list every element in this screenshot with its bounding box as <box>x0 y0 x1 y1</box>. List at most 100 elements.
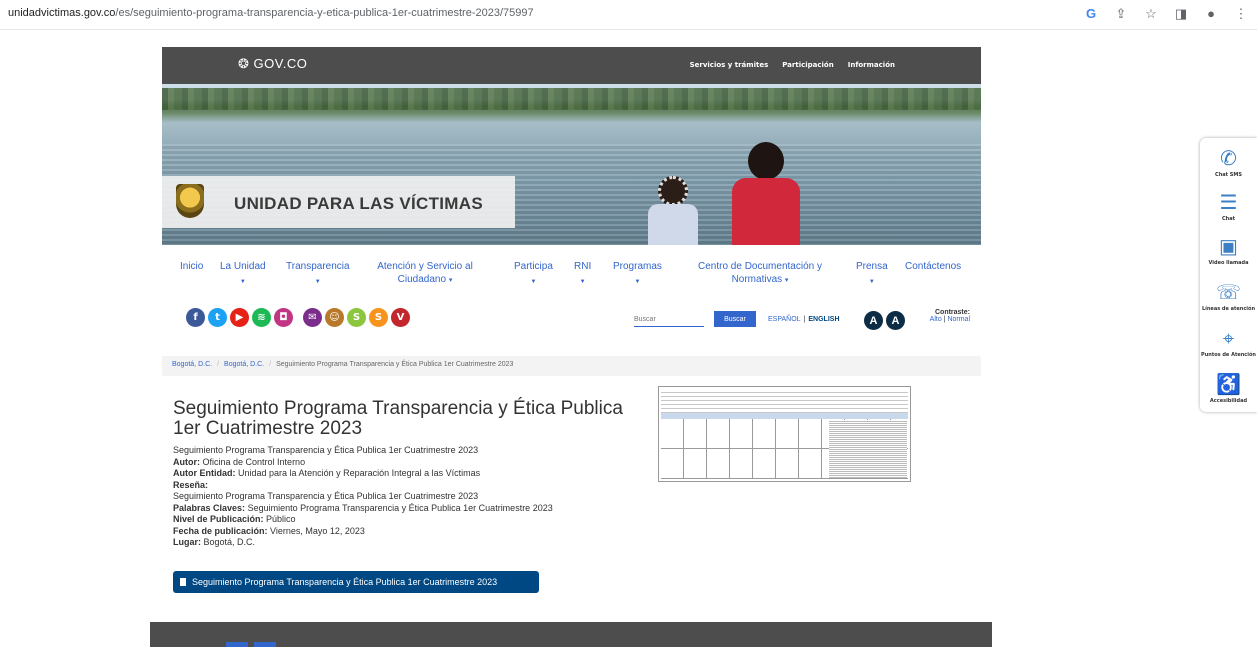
site-container: ❂ GOV.CO Servicios y trámites Participac… <box>162 47 981 376</box>
nav-participa[interactable]: Participa ▼ <box>514 260 553 289</box>
contrast-control: Contraste: Alto | Normal <box>906 309 970 323</box>
chevron-down-icon: ▼ <box>579 279 586 285</box>
download-document-button[interactable]: Seguimiento Programa Transparencia y Éti… <box>173 571 539 593</box>
community-icon[interactable]: ☺ <box>325 308 344 327</box>
side-panel-icon[interactable]: ◨ <box>1173 6 1189 22</box>
video-call-icon: ▣ <box>1219 236 1238 258</box>
service-points-button[interactable]: ⌖ Puntos de Atención <box>1200 326 1257 358</box>
chevron-down-icon: ▼ <box>868 279 875 285</box>
brand-title: UNIDAD PARA LAS VÍCTIMAS <box>234 194 483 213</box>
chevron-down-icon: ▾ <box>784 277 789 284</box>
page-title: Seguimiento Programa Transparencia y Éti… <box>173 398 623 439</box>
bookmark-star-icon[interactable]: ☆ <box>1143 6 1159 22</box>
chevron-down-icon: ▼ <box>634 279 641 285</box>
chat-button[interactable]: ☰ Chat <box>1200 190 1257 222</box>
child-figure <box>722 142 812 245</box>
meta-palabras: Palabras Claves: Seguimiento Programa Tr… <box>173 502 553 513</box>
accessibility-button[interactable]: ♿ Accesibilidad <box>1200 372 1257 404</box>
download-label: Seguimiento Programa Transparencia y Éti… <box>192 577 498 587</box>
document-subtitle: Seguimiento Programa Transparencia y Éti… <box>173 445 479 455</box>
tree-line <box>162 88 981 110</box>
search-button[interactable]: Buscar <box>714 311 756 327</box>
gov-bar: ❂ GOV.CO Servicios y trámites Participac… <box>162 47 981 84</box>
nav-inicio[interactable]: Inicio <box>180 260 203 273</box>
nav-contactenos[interactable]: Contáctenos <box>905 260 961 273</box>
meta-nivel: Nivel de Publicación: Público <box>173 514 296 524</box>
coat-of-arms-icon <box>176 184 204 218</box>
phone-icon: ☏ <box>1215 282 1241 304</box>
footer-logo <box>254 642 276 647</box>
browser-toolbar: G ⇪ ☆ ◨ ● ⋮ <box>1083 6 1249 22</box>
video-call-button[interactable]: ▣ Video llamada <box>1200 234 1257 266</box>
brand-box[interactable]: UNIDAD PARA LAS VÍCTIMAS <box>162 176 515 228</box>
nav-centro-documentacion[interactable]: Centro de Documentación y Normativas ▾ <box>690 260 830 287</box>
spotify-icon[interactable]: ≋ <box>252 308 271 327</box>
hero-banner: UNIDAD PARA LAS VÍCTIMAS <box>162 84 981 245</box>
twitter-icon[interactable]: t <box>208 308 227 327</box>
nav-atencion[interactable]: Atención y Servicio al Ciudadano ▾ <box>370 260 480 287</box>
v-icon[interactable]: V <box>391 308 410 327</box>
file-icon <box>180 578 186 586</box>
youtube-icon[interactable]: ▶ <box>230 308 249 327</box>
main-nav: Inicio La Unidad ▼ Transparencia ▼ Atenció… <box>162 260 981 303</box>
facebook-icon[interactable]: f <box>186 308 205 327</box>
share-icon[interactable]: ⇪ <box>1113 6 1129 22</box>
chevron-down-icon: ▼ <box>239 279 246 285</box>
gov-link-informacion[interactable]: Información <box>848 61 895 69</box>
browser-address-bar[interactable]: unidadvictimas.gov.co/es/seguimiento-pro… <box>0 0 1257 30</box>
s-icon-1[interactable]: S <box>347 308 366 327</box>
language-switcher: ESPAÑOL | ENGLISH <box>768 316 840 323</box>
chat-sms-button[interactable]: ✆ Chat SMS <box>1200 146 1257 178</box>
gov-link-participacion[interactable]: Participación <box>782 61 834 69</box>
nav-la-unidad[interactable]: La Unidad ▼ <box>220 260 266 289</box>
phone-lines-button[interactable]: ☏ Líneas de atención <box>1200 280 1257 312</box>
google-icon[interactable]: G <box>1083 6 1099 22</box>
document-preview-thumbnail[interactable] <box>658 386 911 482</box>
meta-autor: Autor: Oficina de Control Interno <box>173 456 306 467</box>
url-text[interactable]: unidadvictimas.gov.co/es/seguimiento-pro… <box>8 7 534 19</box>
breadcrumb-item[interactable]: Bogotá, D.C. <box>224 361 264 368</box>
govco-logo[interactable]: ❂ GOV.CO <box>238 56 307 72</box>
instagram-icon[interactable]: ◘ <box>274 308 293 327</box>
help-side-widget: ✆ Chat SMS ☰ Chat ▣ Video llamada ☏ Líne… <box>1200 138 1257 412</box>
meta-entidad: Autor Entidad: Unidad para la Atención y… <box>173 468 481 478</box>
chat-icon: ☰ <box>1219 192 1238 214</box>
breadcrumb: Bogotá, D.C. / Bogotá, D.C. / Seguimiento Pr… <box>162 356 981 376</box>
gov-links: Servicios y trámites Participación Infor… <box>690 61 895 69</box>
meta-lugar: Lugar: Bogotá, D.C. <box>173 537 256 547</box>
document-metadata: Seguimiento Programa Transparencia y Éti… <box>173 445 553 549</box>
chevron-down-icon: ▾ <box>448 277 453 284</box>
gov-link-servicios[interactable]: Servicios y trámites <box>690 61 769 69</box>
chevron-down-icon: ▼ <box>530 279 537 285</box>
meta-fecha: Fecha de publicación: Viernes, Mayo 12, … <box>173 525 365 536</box>
menu-dots-icon[interactable]: ⋮ <box>1233 6 1249 22</box>
child-figure <box>640 176 704 245</box>
search-input[interactable] <box>634 313 704 327</box>
contrast-high[interactable]: Alto <box>930 316 942 323</box>
lang-es[interactable]: ESPAÑOL <box>768 316 801 323</box>
breadcrumb-item[interactable]: Bogotá, D.C. <box>172 361 212 368</box>
profile-icon[interactable]: ● <box>1203 6 1219 22</box>
nav-programas[interactable]: Programas ▼ <box>613 260 662 289</box>
contrast-label: Contraste: <box>934 309 970 316</box>
nav-prensa[interactable]: Prensa ▼ <box>856 260 888 289</box>
meta-resena-label: Reseña: <box>173 479 209 490</box>
chat-sms-icon: ✆ <box>1220 148 1237 170</box>
site-footer <box>150 622 992 647</box>
footer-logo <box>226 642 248 647</box>
text-resize-icon[interactable]: A <box>886 311 905 330</box>
chevron-down-icon: ▼ <box>314 279 321 285</box>
s-icon-2[interactable]: S <box>369 308 388 327</box>
text-size-icon[interactable]: A <box>864 311 883 330</box>
contrast-normal[interactable]: Normal <box>947 316 970 323</box>
social-icons: f t ▶ ≋ ◘ ✉ ☺ S S V <box>186 308 413 327</box>
meta-resena: Seguimiento Programa Transparencia y Éti… <box>173 491 479 501</box>
breadcrumb-current: Seguimiento Programa Transparencia y Éti… <box>276 361 514 368</box>
nav-transparencia[interactable]: Transparencia ▼ <box>286 260 350 289</box>
tools-row: f t ▶ ≋ ◘ ✉ ☺ S S V Buscar ESPAÑOL|ENGLI… <box>162 303 981 347</box>
map-pin-icon: ⌖ <box>1222 328 1235 350</box>
lang-en[interactable]: ENGLISH <box>808 316 839 323</box>
email-icon[interactable]: ✉ <box>303 308 322 327</box>
govco-seal-icon: ❂ <box>238 56 250 71</box>
nav-rni[interactable]: RNI ▼ <box>574 260 591 289</box>
